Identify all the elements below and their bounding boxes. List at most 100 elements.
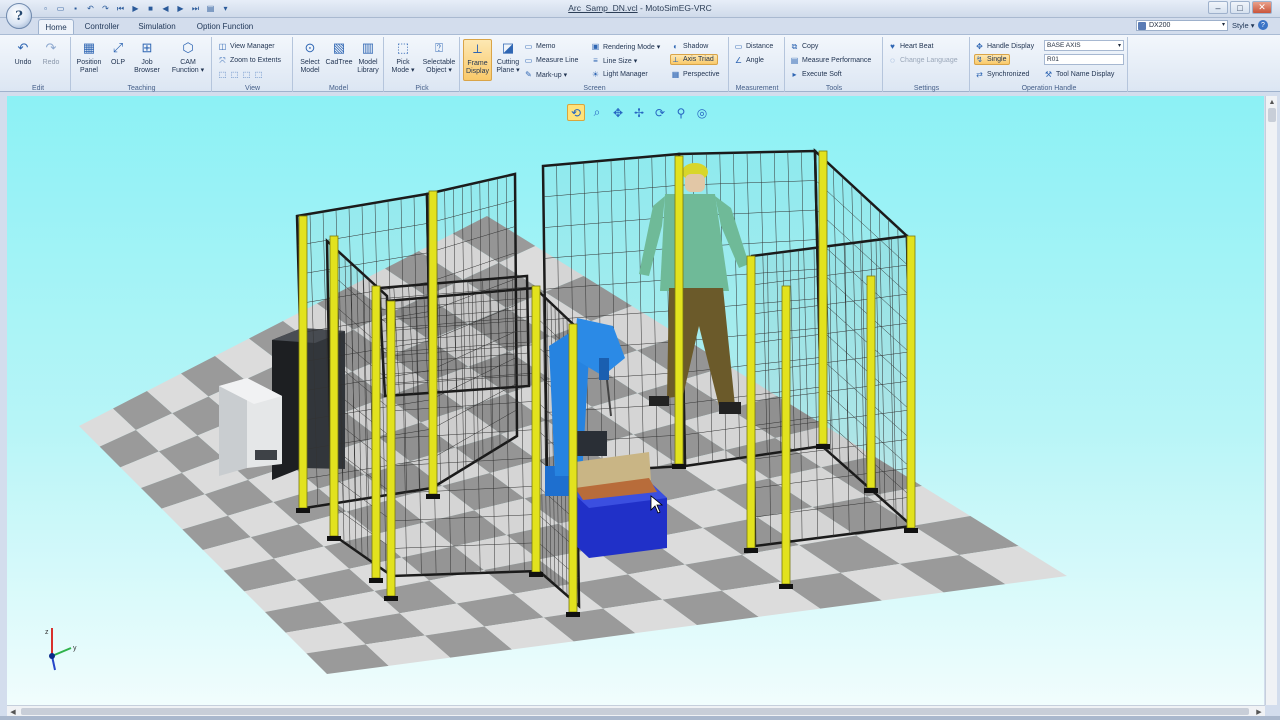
line-size-button[interactable]: ≡ Line Size ▾	[591, 55, 637, 66]
horizontal-scroll-thumb[interactable]	[21, 708, 1249, 715]
olp-label: OLP	[110, 59, 125, 66]
help-icon[interactable]: ?	[1258, 20, 1268, 30]
fence-post[interactable]	[818, 150, 828, 445]
redo-icon: ↷	[45, 40, 57, 55]
distance-button[interactable]: ▭ Distance	[734, 41, 774, 52]
rendering-mode-button[interactable]: ▣ Rendering Mode ▾	[591, 41, 661, 52]
axis-select[interactable]: BASE AXIS ▾	[1044, 40, 1124, 51]
cam-cube-icon: ⬡	[182, 40, 194, 55]
cam-function-button[interactable]: ⬡ CAM Function ▾	[168, 39, 208, 81]
tab-home[interactable]: Home	[38, 19, 74, 34]
single-button[interactable]: ↯ Single	[974, 54, 1011, 65]
tab-option-function[interactable]: Option Function	[192, 19, 258, 34]
measure-performance-button[interactable]: ▤ Measure Performance	[790, 55, 872, 66]
execute-soft-icon: ▸	[792, 70, 797, 79]
rendering-mode-label: Rendering Mode ▾	[603, 43, 661, 51]
style-menu[interactable]: Style ▾	[1232, 21, 1255, 30]
job-browser-button[interactable]: ⊞ Job Browser	[132, 39, 162, 81]
selectable-object-button[interactable]: ⍰ Selectable Object ▾	[420, 39, 458, 81]
fence-post[interactable]	[906, 235, 916, 529]
cutting-plane-button[interactable]: ◪ Cutting Plane ▾	[493, 39, 523, 81]
view-manager-button[interactable]: ◫ View Manager	[218, 41, 275, 52]
cam-function-label: CAM Function ▾	[171, 59, 205, 74]
olp-button[interactable]: ⤢ OLP	[107, 39, 129, 81]
execute-soft-button[interactable]: ▸ Execute Soft	[790, 69, 841, 80]
position-panel-button[interactable]: ▦ Position Panel	[74, 39, 104, 81]
undo-button[interactable]: ↶ Undo	[10, 39, 36, 81]
redo-button[interactable]: ↷ Redo	[38, 39, 64, 81]
axis-select-value: BASE AXIS	[1047, 42, 1081, 49]
group-teaching: ▦ Position Panel ⤢ OLP ⊞ Job Browser ⬡ CAM F…	[72, 37, 212, 92]
cutting-plane-icon: ◪	[501, 40, 515, 55]
angle-label: Angle	[746, 57, 764, 64]
fence-post[interactable]	[781, 285, 791, 585]
scene-canvas[interactable]: z y	[7, 96, 1264, 705]
handle-display-button[interactable]: ✥ Handle Display	[975, 41, 1034, 52]
robot-field-value: R01	[1047, 56, 1059, 63]
perspective-button[interactable]: ▦ Perspective	[671, 69, 720, 80]
angle-button[interactable]: ∠ Angle	[734, 55, 764, 66]
frame-display-button[interactable]: ⟂ Frame Display	[463, 39, 492, 81]
3d-viewport[interactable]: z y	[7, 96, 1264, 705]
view-iso-icon: ⬚	[254, 70, 263, 79]
copy-button[interactable]: ⧉ Copy	[790, 41, 819, 52]
tool-name-display-button[interactable]: ⚒ Tool Name Display	[1044, 69, 1114, 80]
fence-post[interactable]	[371, 285, 381, 579]
rotate-z-icon[interactable]: ⟳	[651, 104, 669, 121]
model-library-button[interactable]: ▥ Model Library	[354, 39, 382, 81]
pan-icon[interactable]: ✥	[609, 104, 627, 121]
vertical-scroll-thumb[interactable]	[1268, 108, 1276, 122]
memo-button[interactable]: ▭ Memo	[524, 41, 556, 52]
group-view: ◫ View Manager ⤧ Zoom to Extents ⬚ ⬚ ⬚ ⬚ View	[213, 37, 293, 92]
change-language-label: Change Language	[900, 57, 958, 64]
position-panel-icon: ▦	[82, 40, 96, 55]
fence-post[interactable]	[674, 155, 684, 465]
controller-selector[interactable]: DX200 ▾	[1136, 20, 1228, 31]
tab-simulation[interactable]: Simulation	[134, 19, 180, 34]
change-language-button[interactable]: ◌ Change Language	[888, 55, 958, 66]
axis-triad-button[interactable]: ⟂ Axis Triad	[670, 54, 718, 65]
group-screen: ⟂ Frame Display ◪ Cutting Plane ▾ ▭ Memo ▭ M…	[461, 37, 729, 92]
heart-beat-button[interactable]: ♥ Heart Beat	[888, 41, 933, 52]
horizontal-scrollbar[interactable]: ◀ ▶	[7, 705, 1265, 716]
power-source-unit[interactable]	[219, 378, 282, 476]
zoom-window-icon[interactable]: ⌕	[588, 104, 606, 121]
fence-post[interactable]	[746, 255, 756, 549]
fence-post[interactable]	[428, 190, 438, 495]
move-icon[interactable]: ✢	[630, 104, 648, 121]
distance-label: Distance	[746, 43, 774, 50]
zoom-icon[interactable]: ⚲	[672, 104, 690, 121]
markup-button[interactable]: ✎ Mark-up ▾	[524, 69, 567, 80]
handle-display-label: Handle Display	[987, 43, 1035, 50]
application-menu-button[interactable]: ?	[6, 3, 32, 29]
light-manager-button[interactable]: ☀ Light Manager	[591, 69, 648, 80]
cadtree-button[interactable]: ▧ CadTree	[325, 39, 353, 81]
close-button[interactable]: ✕	[1252, 1, 1272, 14]
fence-post[interactable]	[568, 323, 578, 613]
fence-post[interactable]	[866, 275, 876, 489]
vertical-scrollbar[interactable]: ▲	[1265, 96, 1277, 705]
controller-icon	[1138, 22, 1146, 30]
shadow-button[interactable]: ◐ Shadow	[671, 41, 708, 52]
fence-post[interactable]	[298, 215, 308, 509]
fit-icon[interactable]: ◎	[693, 104, 711, 121]
pick-mode-button[interactable]: ⬚ Pick Mode ▾	[388, 39, 418, 81]
maximize-button[interactable]: □	[1230, 1, 1250, 14]
fence-post[interactable]	[329, 235, 339, 537]
fence-post[interactable]	[531, 285, 541, 573]
rotate-icon[interactable]: ⟲	[567, 104, 585, 121]
tab-controller[interactable]: Controller	[80, 19, 124, 34]
fence-panel[interactable]	[377, 274, 531, 398]
view-preset-buttons[interactable]: ⬚ ⬚ ⬚ ⬚	[218, 69, 266, 80]
fence-post[interactable]	[386, 300, 396, 597]
zoom-to-extents-button[interactable]: ⤧ Zoom to Extents	[218, 55, 281, 66]
minimize-button[interactable]: –	[1208, 1, 1228, 14]
window-controls: – □ ✕	[1208, 1, 1272, 14]
robot-field[interactable]: R01	[1044, 54, 1124, 65]
scroll-up-icon[interactable]: ▲	[1266, 96, 1278, 108]
group-label-settings: Settings	[913, 85, 940, 92]
synchronized-button[interactable]: ⇄ Synchronized	[975, 69, 1029, 80]
group-label-teaching: Teaching	[127, 85, 156, 92]
measure-line-button[interactable]: ▭ Measure Line	[524, 55, 579, 66]
select-model-button[interactable]: ⊙ Select Model	[296, 39, 324, 81]
